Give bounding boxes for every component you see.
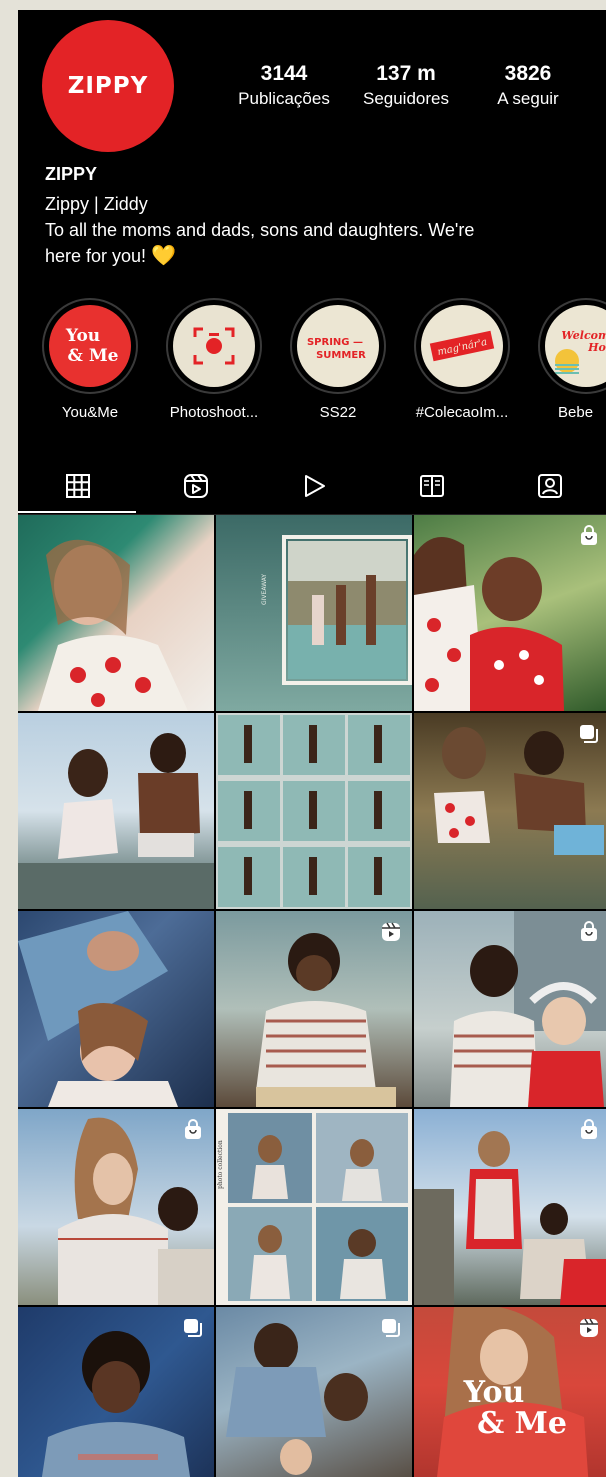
profile-bio: ZIPPY Zippy | Ziddy To all the moms and … bbox=[45, 164, 605, 269]
post-thumbnail[interactable]: GIVEAWAY bbox=[216, 515, 412, 711]
bio-line-2: here for you! bbox=[45, 246, 147, 266]
stat-posts[interactable]: 3144 Publicações bbox=[229, 62, 339, 109]
highlight-ring: You & Me bbox=[42, 298, 138, 394]
highlight-ring bbox=[166, 298, 262, 394]
guide-book-icon bbox=[420, 475, 444, 497]
stat-following[interactable]: 3826 A seguir bbox=[473, 62, 583, 109]
post-image bbox=[38, 539, 188, 711]
profile-name-line: Zippy | Ziddy bbox=[45, 194, 148, 214]
grid-icon bbox=[66, 474, 90, 498]
post-thumbnail[interactable] bbox=[414, 911, 606, 1107]
highlight-label: #ColecaoIm... bbox=[415, 404, 509, 421]
carousel-icon bbox=[382, 1319, 400, 1337]
highlight-label: You&Me bbox=[61, 404, 119, 421]
svg-text:& Me: & Me bbox=[477, 1406, 567, 1441]
instagram-profile-screen: ZIPPY 3144 Publicações 137 m Seguidores … bbox=[18, 10, 606, 1477]
stat-followers-value: 137 m bbox=[376, 62, 436, 85]
svg-text:You: You bbox=[463, 1375, 525, 1410]
highlight-photoshoot[interactable]: Photoshoot... bbox=[164, 298, 264, 421]
stat-following-value: 3826 bbox=[504, 62, 552, 85]
svg-text:Hon: Hon bbox=[587, 341, 606, 354]
highlight-label: SS22 bbox=[319, 404, 357, 421]
active-tab-indicator bbox=[18, 511, 136, 513]
stat-following-label: A seguir bbox=[497, 89, 559, 108]
svg-text:SUMMER: SUMMER bbox=[316, 350, 366, 361]
profile-username: ZIPPY bbox=[45, 164, 98, 184]
shopping-bag-icon bbox=[581, 1119, 597, 1139]
stat-posts-label: Publicações bbox=[238, 89, 330, 108]
post-thumbnail[interactable] bbox=[414, 713, 606, 909]
post-thumbnail[interactable] bbox=[18, 713, 214, 909]
svg-text:& Me: & Me bbox=[68, 346, 119, 366]
highlight-colecao[interactable]: mag'nár'a #ColecaoIm... bbox=[412, 298, 512, 421]
highlight-cover: Welcome Hon bbox=[545, 305, 606, 387]
highlight-bebe[interactable]: Welcome Hon Bebe bbox=[536, 298, 606, 421]
highlight-ring: mag'nár'a bbox=[414, 298, 510, 394]
post-thumbnail[interactable] bbox=[216, 1307, 412, 1477]
post-thumbnail[interactable] bbox=[414, 515, 606, 711]
reels-icon bbox=[382, 922, 400, 941]
stat-followers[interactable]: 137 m Seguidores bbox=[351, 62, 461, 109]
you-and-me-cover-icon: You & Me bbox=[65, 326, 119, 366]
reels-icon bbox=[184, 474, 208, 498]
highlight-cover: You & Me bbox=[49, 305, 131, 387]
profile-tab-bar bbox=[18, 458, 606, 515]
shopping-bag-icon bbox=[581, 525, 597, 545]
tab-guides[interactable] bbox=[412, 466, 452, 506]
camera-frame-icon bbox=[193, 327, 235, 365]
highlight-label: Bebe bbox=[558, 404, 594, 421]
svg-text:You: You bbox=[65, 326, 100, 346]
shopping-bag-icon bbox=[185, 1119, 201, 1139]
tab-grid[interactable] bbox=[58, 466, 98, 506]
post-image: GIVEAWAY bbox=[261, 535, 412, 685]
bio-line-2-wrap: here for you! 💛 bbox=[45, 243, 605, 269]
tab-reels[interactable] bbox=[176, 466, 216, 506]
colecao-cover-icon: mag'nár'a bbox=[429, 330, 495, 362]
bio-line-1: To all the moms and dads, sons and daugh… bbox=[45, 220, 475, 240]
spring-summer-cover-icon: SPRING — SUMMER bbox=[307, 337, 366, 361]
post-thumbnail[interactable] bbox=[414, 1109, 606, 1305]
svg-text:photo collection: photo collection bbox=[217, 1140, 224, 1189]
highlight-label: Photoshoot... bbox=[169, 404, 259, 421]
shopping-bag-icon bbox=[581, 921, 597, 941]
post-thumbnail[interactable] bbox=[18, 515, 214, 711]
post-image: photo collection bbox=[217, 1113, 408, 1301]
tab-video[interactable] bbox=[294, 466, 334, 506]
highlight-cover: mag'nár'a bbox=[421, 305, 503, 387]
svg-text:SPRING —: SPRING — bbox=[307, 337, 363, 348]
profile-avatar[interactable]: ZIPPY bbox=[42, 20, 174, 152]
post-image bbox=[218, 715, 410, 907]
highlight-cover bbox=[173, 305, 255, 387]
highlight-ring: SPRING — SUMMER bbox=[290, 298, 386, 394]
post-thumbnail[interactable]: You & Me bbox=[414, 1307, 606, 1477]
post-thumbnail[interactable] bbox=[18, 1307, 214, 1477]
stat-posts-value: 3144 bbox=[260, 62, 308, 85]
post-thumbnail[interactable] bbox=[18, 911, 214, 1107]
highlight-cover: SPRING — SUMMER bbox=[297, 305, 379, 387]
tab-tagged[interactable] bbox=[530, 466, 570, 506]
svg-text:GIVEAWAY: GIVEAWAY bbox=[261, 574, 268, 605]
post-image bbox=[18, 733, 214, 909]
avatar-logo-text: ZIPPY bbox=[67, 73, 149, 99]
carousel-icon bbox=[184, 1319, 202, 1337]
highlight-ss22[interactable]: SPRING — SUMMER SS22 bbox=[288, 298, 388, 421]
carousel-icon bbox=[580, 725, 598, 743]
post-image bbox=[18, 911, 178, 1107]
tagged-person-icon bbox=[538, 474, 562, 498]
post-thumbnail[interactable] bbox=[216, 911, 412, 1107]
reels-icon bbox=[580, 1318, 598, 1337]
stat-followers-label: Seguidores bbox=[362, 89, 449, 108]
post-thumbnail[interactable]: photo collection bbox=[216, 1109, 412, 1305]
welcome-home-cover-icon: Welcome Hon bbox=[555, 329, 606, 374]
post-thumbnail[interactable] bbox=[216, 713, 412, 909]
highlight-you-and-me[interactable]: You & Me You&Me bbox=[40, 298, 140, 421]
post-thumbnail[interactable] bbox=[18, 1109, 214, 1305]
highlight-ring: Welcome Hon bbox=[538, 298, 606, 394]
yellow-heart-emoji: 💛 bbox=[151, 245, 176, 267]
play-icon bbox=[305, 475, 325, 497]
